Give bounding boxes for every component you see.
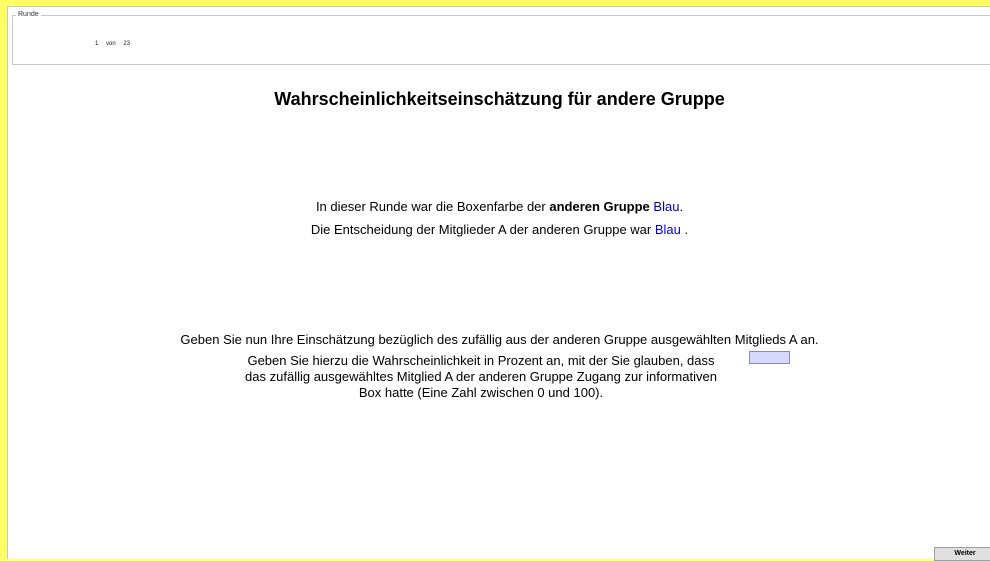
round-separator: von — [106, 41, 116, 47]
round-group-legend: Runde — [16, 10, 41, 20]
question-line: das zufällig ausgewähltes Mitglied A der… — [245, 369, 717, 384]
decision-prefix: Die Entscheidung der Mitglieder A der an… — [310, 222, 655, 237]
page-title: Wahrscheinlichkeitseinschätzung für ande… — [274, 89, 725, 109]
estimation-instruction: Geben Sie nun Ihre Einschätzung bezüglic… — [180, 332, 819, 347]
box-color-prefix: In dieser Runde war die Boxenfarbe der — [315, 199, 550, 214]
decision-value: Blau — [654, 222, 681, 237]
decision-suffix: . — [680, 222, 689, 237]
probability-question: Geben Sie hierzu die Wahrscheinlichkeit … — [211, 353, 751, 401]
question-line: Geben Sie hierzu die Wahrscheinlichkeit … — [247, 353, 715, 368]
experiment-screen: Runde 1 von 23 Wahrscheinlichkeitseinsch… — [7, 6, 990, 561]
probability-input[interactable] — [749, 351, 790, 364]
round-counter: 1 von 23 — [95, 41, 136, 47]
box-color-value: Blau — [653, 199, 680, 214]
other-group-label: anderen Gruppe — [549, 199, 650, 214]
box-color-info: In dieser Runde war die Boxenfarbe der a… — [8, 199, 990, 214]
question-line: Box hatte (Eine Zahl zwischen 0 und 100)… — [358, 385, 604, 400]
round-group: Runde 1 von 23 — [12, 10, 990, 65]
box-color-suffix: . — [679, 199, 684, 214]
round-total: 23 — [123, 41, 131, 47]
decision-info: Die Entscheidung der Mitglieder A der an… — [8, 222, 990, 237]
window-border-left — [0, 0, 7, 559]
round-current: 1 — [95, 41, 99, 47]
